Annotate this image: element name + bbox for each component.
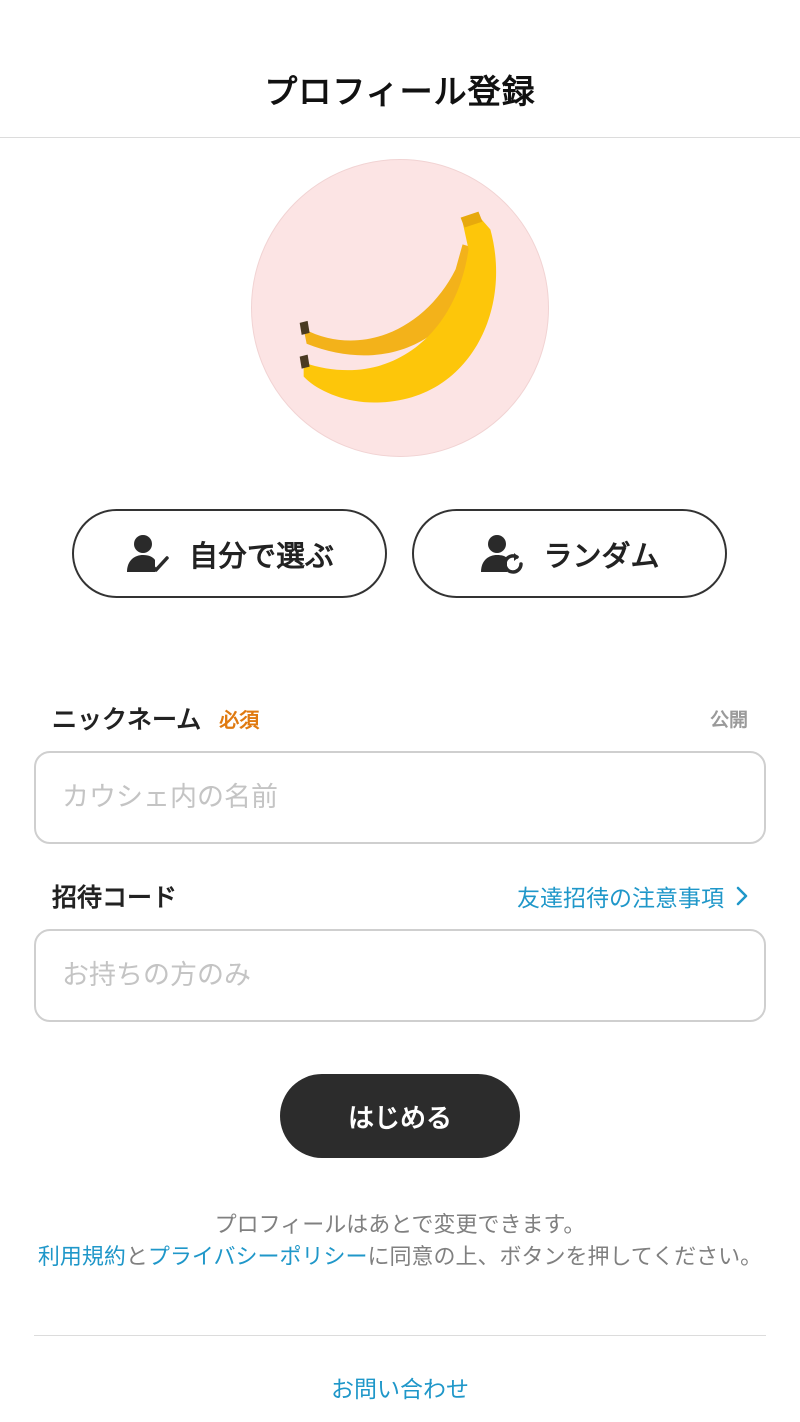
contact-link[interactable]: お問い合わせ [0, 1370, 800, 1404]
start-button[interactable]: はじめる [280, 1074, 520, 1158]
nickname-label-row: ニックネーム 必須 公開 [52, 700, 748, 736]
profile-registration-screen: プロフィール登録 自分で選ぶ ランダム ニックネーム 必須 公開 カウシェ内の名… [0, 0, 800, 1422]
invite-notes-label: 友達招待の注意事項 [517, 886, 724, 912]
required-badge: 必須 [219, 707, 260, 732]
and-text: と [125, 1245, 148, 1270]
choose-avatar-label: 自分で選ぶ [188, 538, 334, 573]
random-avatar-label: ランダム [543, 538, 660, 573]
random-avatar-button[interactable]: ランダム [412, 509, 727, 598]
nickname-input[interactable] [34, 751, 766, 844]
nickname-label: ニックネーム [52, 705, 202, 734]
banana-icon [299, 211, 497, 403]
choose-avatar-button[interactable]: 自分で選ぶ [72, 509, 387, 598]
consent-text: 利用規約とプライバシーポリシーに同意の上、ボタンを押してください。 [34, 1242, 766, 1274]
chevron-right-icon [736, 886, 748, 906]
visibility-label: 公開 [709, 708, 748, 731]
privacy-policy-link[interactable]: プライバシーポリシー [148, 1245, 368, 1270]
invite-code-label-row: 招待コード 友達招待の注意事項 [52, 878, 748, 914]
terms-link[interactable]: 利用規約 [38, 1245, 126, 1270]
invite-notes-link[interactable]: 友達招待の注意事項 [517, 879, 748, 913]
header: プロフィール登録 [0, 0, 800, 138]
invite-code-input[interactable] [34, 929, 766, 1022]
page-title: プロフィール登録 [264, 71, 536, 111]
user-refresh-icon [479, 534, 525, 574]
user-check-icon [125, 534, 171, 574]
avatar[interactable] [251, 159, 549, 457]
consent-suffix: に同意の上、ボタンを押してください。 [367, 1245, 763, 1270]
terms-notice: プロフィールはあとで変更できます。 利用規約とプライバシーポリシーに同意の上、ボ… [34, 1210, 766, 1274]
invite-code-label: 招待コード [52, 883, 178, 912]
divider [34, 1335, 766, 1336]
notice-line: プロフィールはあとで変更できます。 [214, 1213, 586, 1238]
